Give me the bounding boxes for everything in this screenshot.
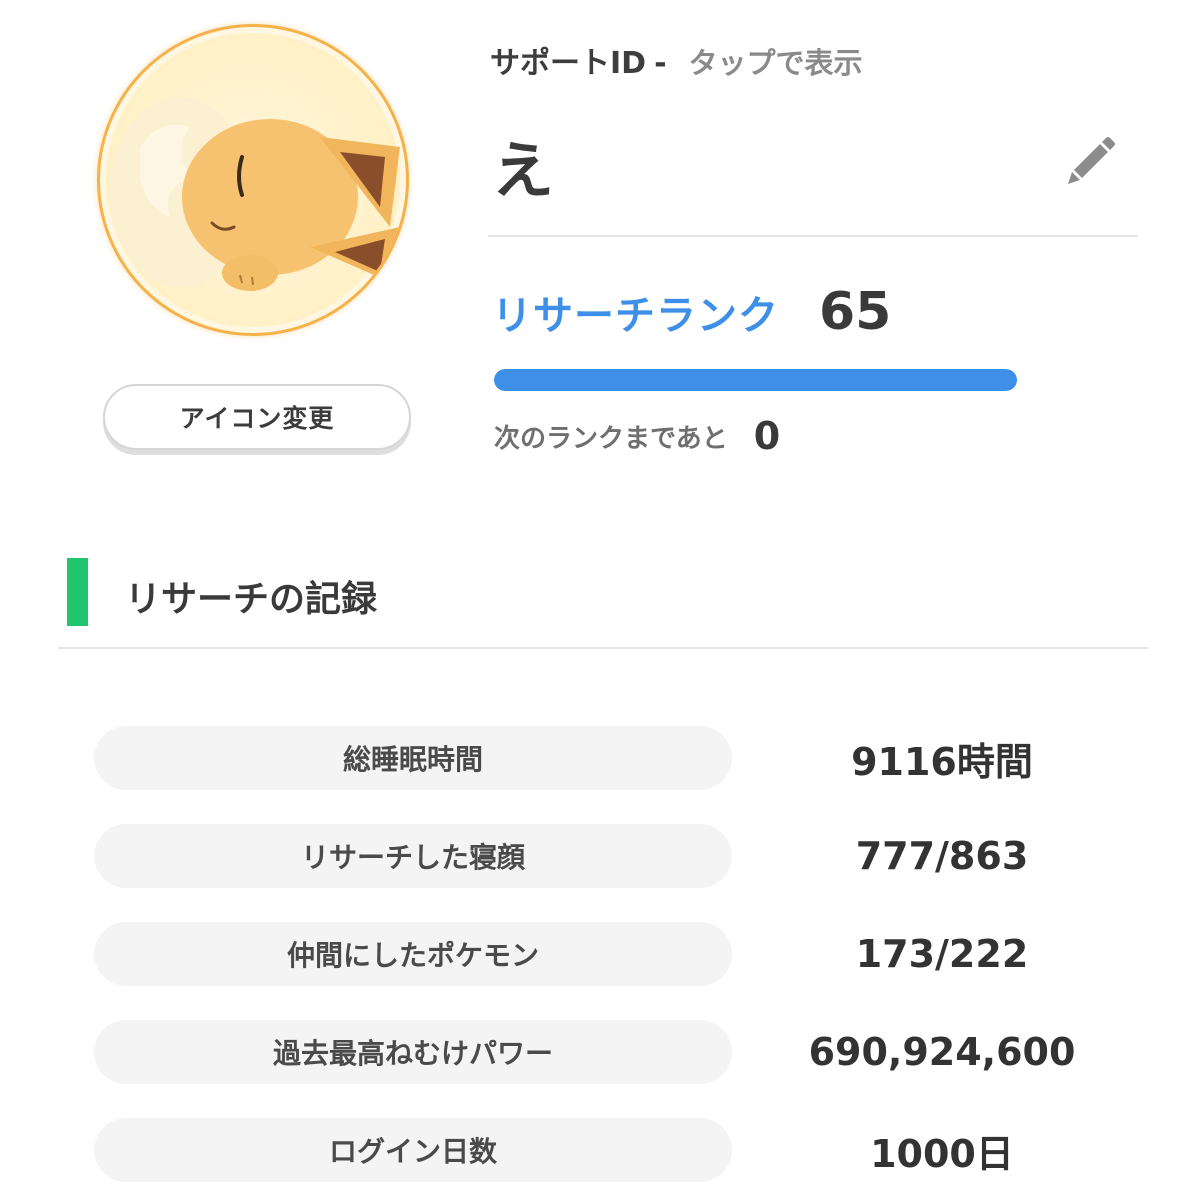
research-rank-value: 65 <box>819 282 892 342</box>
section-divider <box>58 647 1148 649</box>
research-rank-row: リサーチランク 65 <box>492 282 891 342</box>
support-id-row: サポートID - タップで表示 <box>490 38 863 82</box>
section-title: リサーチの記録 <box>125 579 378 620</box>
icon-change-button[interactable]: アイコン変更 <box>103 384 411 450</box>
stat-label: ログイン日数 <box>94 1118 732 1182</box>
stat-value: 777/863 <box>855 834 1029 878</box>
sleeping-eevee-icon <box>110 97 400 291</box>
stat-value: 9116時間 <box>851 739 1033 784</box>
stat-row: 過去最高ねむけパワー 690,924,600 <box>0 1020 1200 1118</box>
pencil-icon[interactable] <box>1066 134 1118 186</box>
section-accent-bar <box>67 558 88 626</box>
stat-value: 690,924,600 <box>808 1030 1076 1074</box>
support-id-label: サポートID <box>490 46 647 81</box>
stat-value: 173/222 <box>855 932 1029 976</box>
stat-value: 1000日 <box>870 1131 1014 1176</box>
next-rank-value: 0 <box>753 414 781 458</box>
avatar <box>97 24 409 336</box>
stats-list: 総睡眠時間 9116時間 リサーチした寝顔 777/863 仲間にしたポケモン … <box>0 726 1200 1200</box>
next-rank-label: 次のランクまであと <box>494 423 728 454</box>
stat-row: リサーチした寝顔 777/863 <box>0 824 1200 922</box>
stat-label: 総睡眠時間 <box>94 726 732 790</box>
stat-label: リサーチした寝顔 <box>94 824 732 888</box>
rank-progress-fill <box>494 369 1017 391</box>
header-divider <box>488 235 1138 237</box>
stat-label: 仲間にしたポケモン <box>94 922 732 986</box>
stat-row: 仲間にしたポケモン 173/222 <box>0 922 1200 1020</box>
next-rank-row: 次のランクまであと 0 <box>494 414 780 458</box>
stat-row: ログイン日数 1000日 <box>0 1118 1200 1200</box>
stat-row: 総睡眠時間 9116時間 <box>0 726 1200 824</box>
research-rank-label: リサーチランク <box>492 293 779 339</box>
stat-label: 過去最高ねむけパワー <box>94 1020 732 1084</box>
player-name: え <box>492 134 555 207</box>
support-id-separator: - <box>654 46 667 81</box>
profile-page: アイコン変更 サポートID - タップで表示 え リサーチランク 65 次のラン… <box>0 0 1200 1200</box>
support-id-reveal-link[interactable]: タップで表示 <box>689 40 863 82</box>
rank-progress-bar <box>494 369 1017 391</box>
